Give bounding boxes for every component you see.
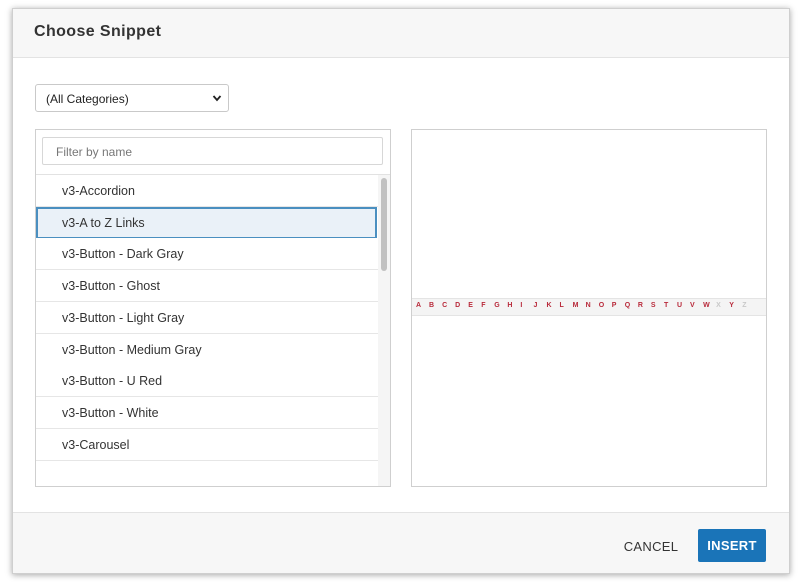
filter-placeholder: Filter by name: [56, 145, 133, 159]
az-link-letter[interactable]: F: [481, 302, 485, 309]
dialog-header: Choose Snippet: [13, 9, 789, 58]
snippet-list-item[interactable]: v3-Button - Light Gray: [36, 301, 378, 334]
snippet-list-item[interactable]: v3-Carousel: [36, 428, 378, 461]
dialog-title: Choose Snippet: [34, 23, 162, 40]
az-link-letter[interactable]: M: [573, 302, 579, 309]
az-link-letter[interactable]: K: [547, 302, 552, 309]
dialog-footer: CANCEL INSERT: [13, 512, 789, 573]
az-link-letter[interactable]: R: [638, 302, 643, 309]
az-link-letter[interactable]: V: [690, 302, 695, 309]
az-link-letter[interactable]: S: [651, 302, 656, 309]
az-link-letter[interactable]: T: [664, 302, 668, 309]
choose-snippet-dialog: Choose Snippet (All Categories) Filter b…: [12, 8, 790, 574]
snippet-list-item[interactable]: v3-Accordion: [36, 175, 378, 207]
insert-button[interactable]: INSERT: [698, 529, 766, 562]
az-link-letter[interactable]: Q: [625, 302, 630, 309]
az-link-letter[interactable]: P: [612, 302, 617, 309]
az-link-letter[interactable]: G: [494, 302, 499, 309]
category-select[interactable]: (All Categories): [35, 84, 229, 112]
snippet-list-item-label: v3-Button - U Red: [62, 374, 163, 389]
az-link-letter[interactable]: C: [442, 302, 447, 309]
snippet-preview-panel: A B C D E F G H I J K L MN O P Q R S T U V WX Y Z: [411, 129, 767, 487]
az-link-letter[interactable]: J: [533, 302, 537, 309]
az-link-letter: Z: [742, 302, 747, 309]
az-link-letter[interactable]: U: [677, 302, 682, 309]
az-link-letter[interactable]: D: [455, 302, 460, 309]
az-link-letter[interactable]: O: [599, 302, 604, 309]
snippet-list-item[interactable]: v3-A to Z Links: [36, 206, 377, 239]
az-link-letter[interactable]: I: [520, 302, 522, 309]
snippet-list-item-label: v3-Button - Dark Gray: [62, 247, 184, 262]
snippet-list-item-label: v3-Accordion: [62, 184, 135, 198]
snippet-list-item[interactable]: v3-Button - White: [36, 396, 378, 429]
snippet-list-item[interactable]: v3-Button - U Red: [36, 365, 378, 398]
snippet-list-item-label: v3-Button - Ghost: [62, 279, 160, 294]
snippet-list-item[interactable]: v3-Button - Dark Gray: [36, 238, 378, 271]
snippet-list-panel: Filter by name v3-Accordion v3-A to Z Lin…: [35, 129, 391, 487]
az-link-letter: X: [716, 302, 721, 309]
az-link-letter[interactable]: L: [560, 302, 564, 309]
list-scrollbar[interactable]: [378, 175, 390, 486]
az-link-letter[interactable]: A: [416, 302, 421, 309]
snippet-list: v3-Accordion v3-A to Z Links v3-Button - D…: [36, 174, 390, 486]
az-link-letter[interactable]: E: [468, 302, 473, 309]
az-link-letter[interactable]: W: [703, 302, 710, 309]
az-link-letter[interactable]: N: [586, 302, 591, 309]
chevron-down-icon: [212, 95, 222, 102]
snippet-list-item-label: v3-Button - Light Gray: [62, 310, 185, 325]
snippet-list-item-label: v3-Carousel: [62, 437, 130, 452]
a-to-z-links-preview: A B C D E F G H I J K L MN O P Q R S T U V WX Y Z: [412, 298, 766, 316]
snippet-list-item[interactable]: v3-Button - Ghost: [36, 270, 378, 303]
cancel-button[interactable]: CANCEL: [613, 531, 689, 561]
category-select-value: (All Categories): [46, 92, 129, 106]
az-link-letter[interactable]: B: [429, 302, 434, 309]
snippet-list-item-label: v3-A to Z Links: [62, 215, 145, 230]
az-link-letter[interactable]: Y: [729, 302, 734, 309]
snippet-list-item-label: v3-Button - White: [62, 405, 159, 420]
az-link-letter[interactable]: H: [507, 302, 512, 309]
snippet-list-item-label: v3-Button - Medium Gray: [62, 342, 202, 357]
filter-input[interactable]: Filter by name: [42, 137, 383, 165]
scrollbar-thumb[interactable]: [381, 178, 387, 271]
snippet-list-item[interactable]: v3-Button - Medium Gray: [36, 333, 378, 366]
